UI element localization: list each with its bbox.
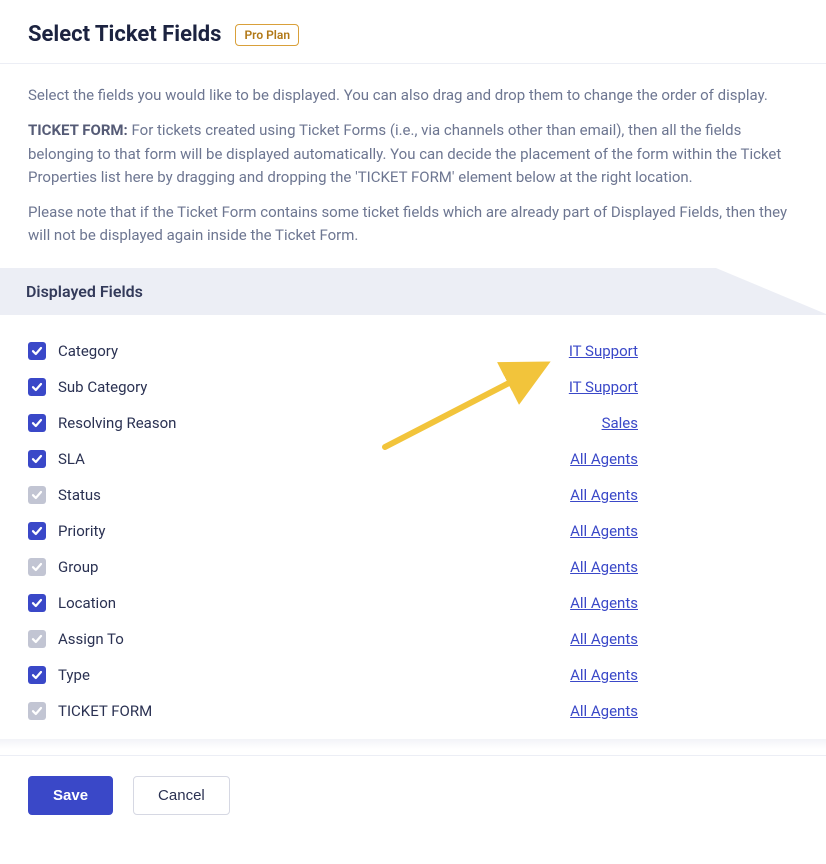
field-row[interactable]: Resolving ReasonSales <box>28 405 798 441</box>
intro-text: Select the fields you would like to be d… <box>0 64 826 268</box>
field-scope-link[interactable]: All Agents <box>570 630 638 648</box>
field-row[interactable]: Sub CategoryIT Support <box>28 369 798 405</box>
checkbox[interactable] <box>28 522 46 540</box>
field-label: Location <box>58 594 570 612</box>
checkbox-locked <box>28 702 46 720</box>
intro-p2: TICKET FORM: For tickets created using T… <box>28 119 798 189</box>
field-scope-link[interactable]: All Agents <box>570 486 638 504</box>
field-label: Category <box>58 342 569 360</box>
field-scope-link[interactable]: All Agents <box>570 594 638 612</box>
save-button[interactable]: Save <box>28 776 113 815</box>
checkbox-locked <box>28 558 46 576</box>
checkbox[interactable] <box>28 666 46 684</box>
field-label: Assign To <box>58 630 570 648</box>
intro-p2-text: For tickets created using Ticket Forms (… <box>28 121 781 186</box>
field-label: SLA <box>58 450 570 468</box>
field-scope-link[interactable]: All Agents <box>570 558 638 576</box>
checkbox[interactable] <box>28 342 46 360</box>
field-row[interactable]: PriorityAll Agents <box>28 513 798 549</box>
field-row[interactable]: TypeAll Agents <box>28 657 798 693</box>
field-row[interactable]: StatusAll Agents <box>28 477 798 513</box>
field-row[interactable]: CategoryIT Support <box>28 333 798 369</box>
checkbox[interactable] <box>28 378 46 396</box>
checkbox[interactable] <box>28 414 46 432</box>
checkbox[interactable] <box>28 450 46 468</box>
fields-list: CategoryIT SupportSub CategoryIT Support… <box>0 315 826 739</box>
field-scope-link[interactable]: All Agents <box>570 666 638 684</box>
intro-p3: Please note that if the Ticket Form cont… <box>28 201 798 248</box>
footer-bar: Save Cancel <box>0 755 826 835</box>
field-label: Status <box>58 486 570 504</box>
field-label: Priority <box>58 522 570 540</box>
intro-strong: TICKET FORM: <box>28 121 128 139</box>
field-label: Group <box>58 558 570 576</box>
field-scope-link[interactable]: All Agents <box>570 702 638 720</box>
checkbox[interactable] <box>28 594 46 612</box>
cancel-button[interactable]: Cancel <box>133 776 230 815</box>
plan-badge: Pro Plan <box>235 24 299 46</box>
intro-p1: Select the fields you would like to be d… <box>28 84 798 107</box>
field-label: Resolving Reason <box>58 414 602 432</box>
field-row[interactable]: Assign ToAll Agents <box>28 621 798 657</box>
field-label: Sub Category <box>58 378 569 396</box>
page-title: Select Ticket Fields <box>28 22 221 47</box>
field-scope-link[interactable]: All Agents <box>570 450 638 468</box>
field-row[interactable]: TICKET FORMAll Agents <box>28 693 798 729</box>
field-scope-link[interactable]: IT Support <box>569 342 638 360</box>
field-scope-link[interactable]: IT Support <box>569 378 638 396</box>
field-scope-link[interactable]: Sales <box>602 414 638 432</box>
field-label: Type <box>58 666 570 684</box>
field-row[interactable]: GroupAll Agents <box>28 549 798 585</box>
field-row[interactable]: SLAAll Agents <box>28 441 798 477</box>
checkbox-locked <box>28 630 46 648</box>
checkbox-locked <box>28 486 46 504</box>
field-label: TICKET FORM <box>58 702 570 720</box>
field-scope-link[interactable]: All Agents <box>570 522 638 540</box>
displayed-fields-heading: Displayed Fields <box>0 268 826 315</box>
field-row[interactable]: LocationAll Agents <box>28 585 798 621</box>
